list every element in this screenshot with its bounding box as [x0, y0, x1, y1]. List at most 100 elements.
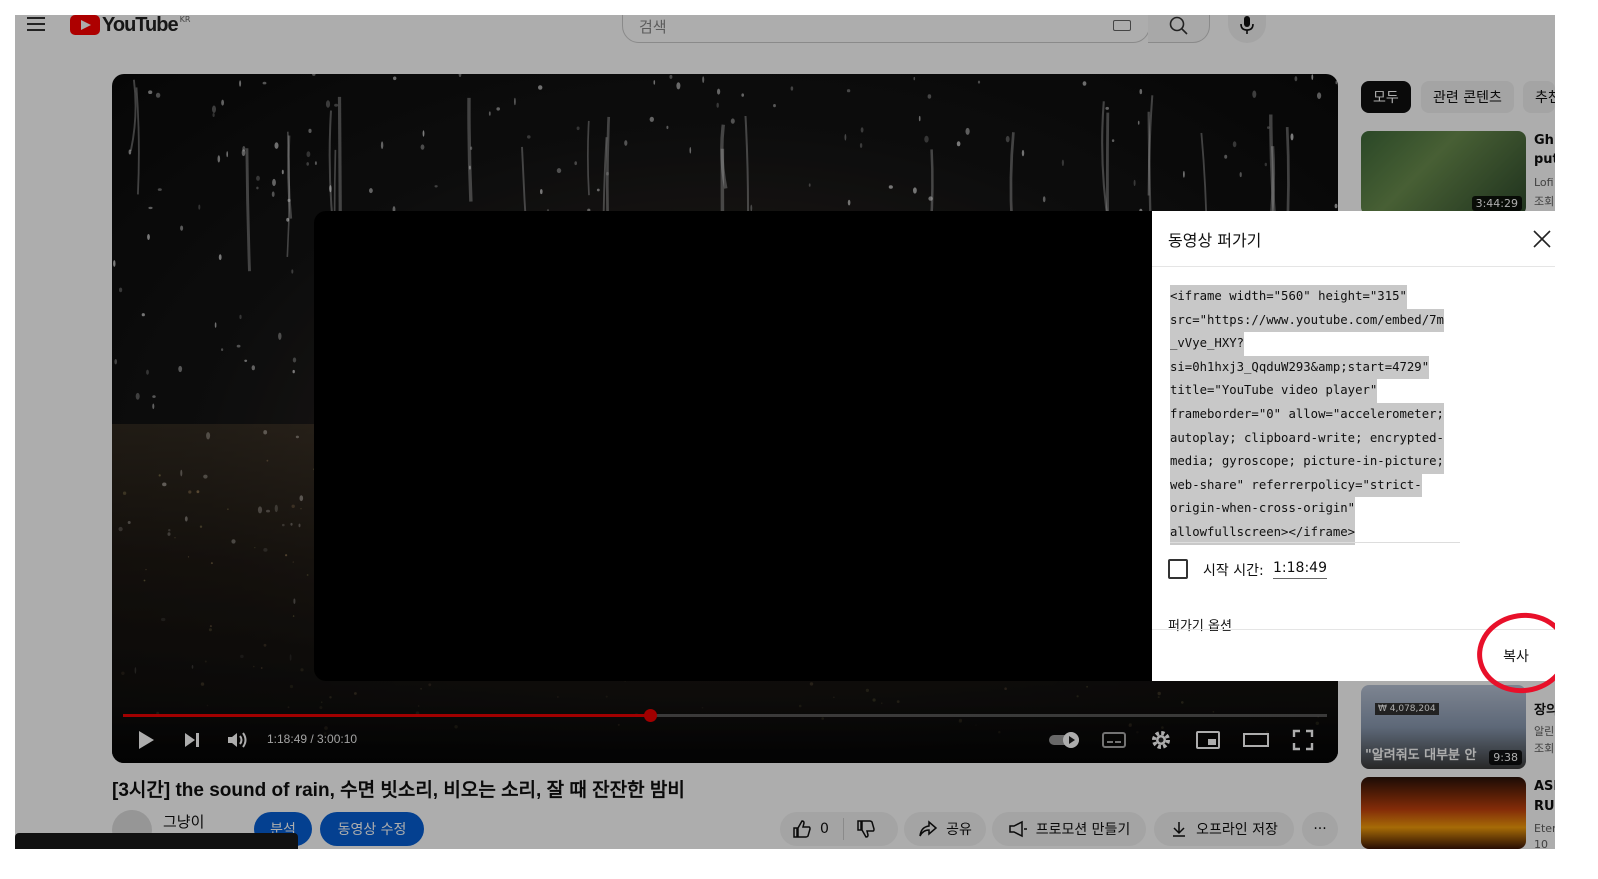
miniplayer-icon — [1196, 731, 1220, 749]
next-button[interactable] — [182, 726, 202, 754]
raindrop — [119, 287, 123, 293]
miniplayer-button[interactable] — [1196, 726, 1220, 754]
thumbs-down-icon[interactable] — [856, 819, 876, 839]
rain-streak — [467, 97, 473, 202]
raindrop — [859, 143, 863, 148]
raindrop — [666, 125, 669, 130]
embed-preview — [314, 211, 1154, 681]
download-icon — [1173, 822, 1186, 837]
play-button[interactable] — [136, 726, 156, 754]
raindrop — [312, 74, 316, 76]
keyboard-icon[interactable] — [1113, 20, 1131, 31]
megaphone-icon — [1008, 820, 1027, 838]
embed-code-textarea[interactable]: <iframe width="560" height="315" src="htt… — [1170, 285, 1460, 545]
raindrop — [256, 175, 260, 181]
menu-icon[interactable] — [27, 17, 45, 31]
sidebar-video-title[interactable]: 장의 — [1534, 699, 1555, 718]
video-title: [3시간] the sound of rain, 수면 빗소리, 비오는 소리,… — [112, 780, 685, 801]
sidebar-video-title[interactable]: Ghi — [1534, 133, 1555, 148]
raindrop — [730, 118, 735, 124]
rain-streak — [129, 79, 137, 152]
raindrop — [458, 74, 462, 78]
download-button[interactable]: 오프라인 저장 — [1154, 812, 1294, 846]
autoplay-toggle[interactable] — [1048, 726, 1082, 754]
sidebar-thumbnail[interactable] — [1361, 777, 1526, 849]
raindrop — [239, 80, 242, 87]
sidebar-video-title-line2[interactable]: RU: — [1534, 799, 1555, 814]
raindrop — [924, 135, 929, 143]
raindrop — [308, 128, 312, 133]
search-button[interactable] — [1148, 15, 1210, 43]
sidebar-thumbnail[interactable]: 3:44:29 — [1361, 131, 1526, 215]
start-time-checkbox[interactable] — [1168, 559, 1188, 579]
settings-button[interactable] — [1150, 726, 1172, 754]
raindrop — [653, 80, 656, 85]
raindrop — [178, 365, 183, 373]
subtitles-icon — [1102, 732, 1126, 748]
video-duration: 3:44:29 — [1471, 196, 1522, 211]
raindrop — [808, 183, 811, 187]
video-duration: 9:38 — [1489, 750, 1522, 765]
raindrop — [965, 127, 970, 135]
raindrop — [773, 104, 776, 108]
raindrop — [152, 403, 155, 410]
raindrop — [146, 369, 149, 375]
sidebar-channel: Eter — [1534, 822, 1555, 835]
raindrop — [221, 99, 224, 106]
sidebar-thumbnail[interactable]: ₩ 4,078,204 "알려줘도 대부분 안 9:38 — [1361, 685, 1526, 769]
youtube-logo[interactable]: YouTube KR — [70, 15, 190, 37]
raindrop — [918, 115, 921, 122]
voice-search-button[interactable] — [1228, 15, 1266, 43]
progress-bar[interactable] — [123, 709, 1327, 722]
raindrop — [717, 88, 721, 95]
raindrop — [860, 127, 864, 133]
scrubber-handle[interactable] — [643, 709, 657, 722]
share-button[interactable]: 공유 — [904, 812, 986, 846]
promote-button[interactable]: 프로모션 만들기 — [992, 812, 1146, 846]
volume-button[interactable] — [226, 726, 250, 754]
raindrop — [1021, 149, 1025, 157]
embed-code-line: autoplay; clipboard-write; encrypted- — [1170, 426, 1444, 451]
fullscreen-button[interactable] — [1292, 726, 1314, 754]
chip-all[interactable]: 모두 — [1361, 81, 1411, 113]
progress-played — [123, 714, 650, 717]
search-box[interactable]: 검색 — [622, 15, 1150, 43]
autoplay-toggle-icon — [1049, 732, 1079, 748]
raindrop — [538, 85, 543, 90]
raindrop — [314, 161, 317, 165]
subtitles-button[interactable] — [1102, 726, 1126, 754]
sidebar-channel: 알린 — [1534, 725, 1555, 738]
raindrop — [226, 151, 228, 158]
embed-code-line: <iframe width="560" height="315" — [1170, 285, 1407, 309]
close-button[interactable] — [1532, 229, 1552, 249]
channel-name[interactable]: 그냥이 — [163, 811, 204, 832]
raindrop — [888, 185, 893, 189]
raindrop — [576, 126, 580, 131]
embed-dialog: 동영상 퍼가기 <iframe width="560" height="315"… — [1152, 211, 1555, 681]
more-actions-button[interactable]: ··· — [1302, 812, 1338, 846]
close-icon — [1533, 230, 1551, 248]
start-time-input[interactable]: 1:18:49 — [1273, 560, 1327, 579]
raindrop — [212, 105, 216, 113]
sidebar-video-title-line2[interactable]: put — [1534, 152, 1555, 167]
raindrop — [325, 100, 331, 108]
raindrop — [1317, 92, 1322, 99]
rain-streak — [1009, 132, 1015, 224]
raindrop — [393, 76, 397, 81]
thumbs-up-icon[interactable] — [792, 819, 812, 839]
raindrop — [212, 113, 215, 117]
chip-label: 모두 — [1373, 90, 1399, 106]
chip-related[interactable]: 관련 콘텐츠 — [1421, 81, 1514, 113]
masthead: YouTube KR 검색 — [15, 15, 1555, 43]
search-input[interactable]: 검색 — [639, 16, 667, 37]
thumbnail-caption: "알려줘도 대부분 안 — [1365, 748, 1477, 763]
sidebar-video-title[interactable]: ASI — [1534, 779, 1555, 794]
chip-recommended[interactable]: 추천 — [1523, 81, 1555, 113]
raindrop — [624, 140, 628, 146]
screenshot-stage: YouTube KR 검색 1:18:49 / 3:00:10 [3시간] th… — [0, 0, 1598, 879]
raindrop — [291, 269, 294, 274]
microphone-icon — [1240, 16, 1254, 34]
edit-video-button[interactable]: 동영상 수정 — [320, 812, 424, 846]
theater-mode-button[interactable] — [1243, 726, 1269, 754]
embed-code-line: origin-when-cross-origin" — [1170, 497, 1356, 521]
